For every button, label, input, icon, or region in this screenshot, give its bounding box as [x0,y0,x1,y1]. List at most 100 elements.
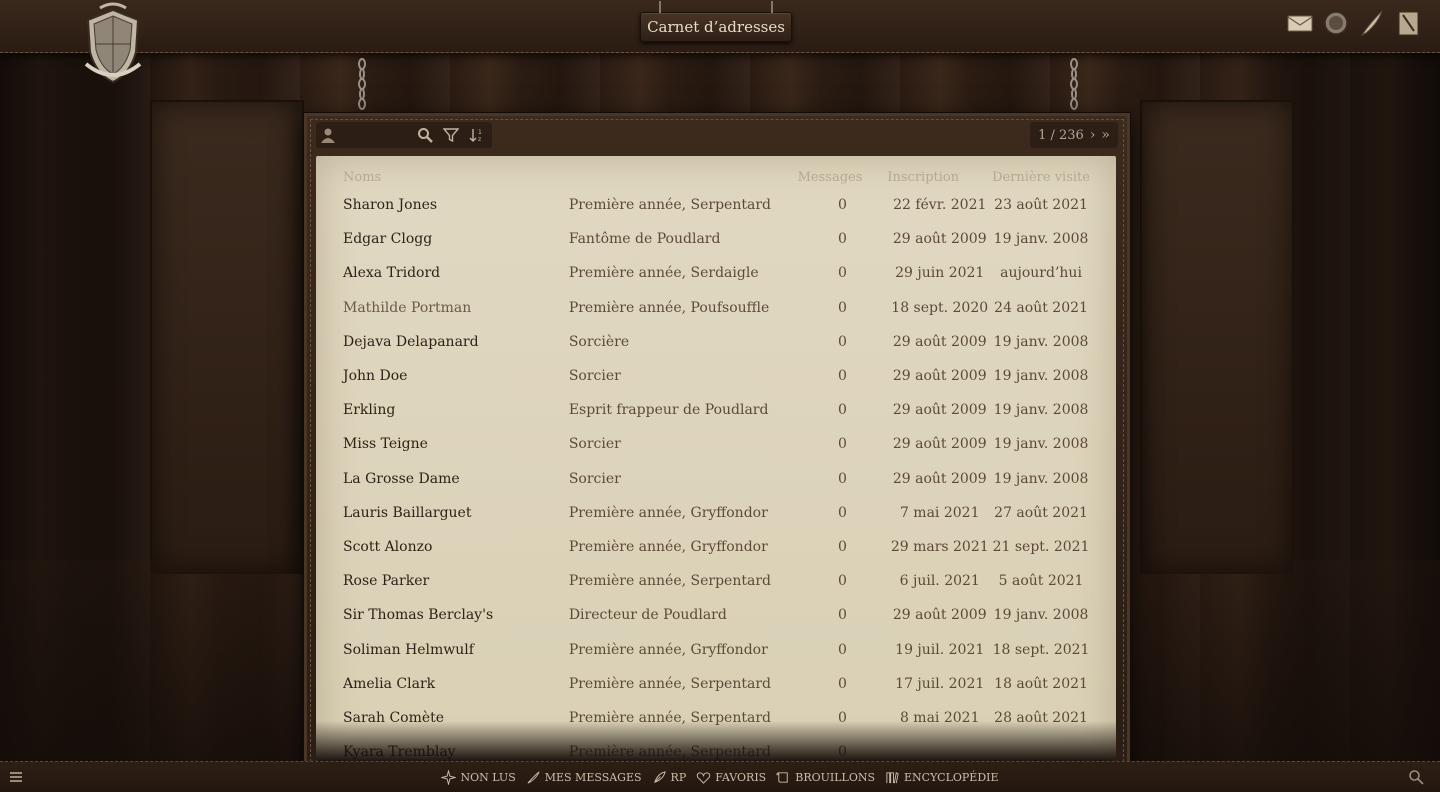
book-icon[interactable] [1394,9,1422,37]
member-last-visit-cell: 19 janv. 2008 [993,607,1089,624]
nav-item-encyclopédie[interactable]: ENCYCLOPÉDIE [885,770,999,785]
crest-logo[interactable] [78,2,148,88]
quill-icon [527,771,540,784]
member-name-link[interactable]: Miss Teigne [343,436,428,452]
nav-item-favoris[interactable]: FAVORIS [696,770,766,785]
member-role-cell: Première année, Serdaigle [568,265,759,282]
member-messages-cell: 0 [838,231,847,248]
search-button[interactable] [414,124,436,146]
member-inscription-cell: 29 août 2009 [892,470,987,487]
member-role-cell: Sorcier [568,436,621,453]
member-name-link[interactable]: Kyara Tremblay [343,744,456,760]
member-name-link[interactable]: Sarah Comète [343,710,444,726]
member-role-cell: Première année, Serpentard [568,573,771,590]
member-name-cell: Sharon Jones [340,188,569,222]
sort-button[interactable]: 1 z [466,124,488,146]
table-row: Edgar Clogg Fantôme de Poudlard 0 29 août 2… [340,222,1090,256]
toolbar-group: 1 z [316,122,492,148]
member-messages-cell: 0 [838,333,847,350]
last-page-button[interactable]: » [1101,127,1110,143]
member-last-visit-cell: 18 sept. 2021 [992,641,1090,658]
column-header-name[interactable]: Noms [340,166,569,188]
table-row: Scott Alonzo Première année, Gryffondor 0 2… [340,530,1090,564]
member-inscription-cell: 29 août 2009 [892,402,987,419]
member-inscription-cell: 29 mars 2021 [890,538,989,555]
filter-button[interactable] [440,124,462,146]
table-row: Sharon Jones Première année, Serpentard 0 2… [340,188,1090,222]
member-inscription-cell: 6 juil. 2021 [899,573,980,590]
member-inscription-cell: 22 févr. 2021 [893,197,987,214]
member-name-cell: Lauris Baillarguet [340,496,569,530]
member-name-link[interactable]: Rose Parker [343,573,429,589]
nav-item-rp[interactable]: RP [652,770,687,785]
nav-item-brouillons[interactable]: BROUILLONS [776,770,875,785]
member-messages-cell: 0 [838,436,847,453]
member-last-visit-cell: 19 janv. 2008 [993,333,1089,350]
members-parchment: Noms Messages Inscription Dernière visit… [316,156,1116,761]
member-name-link[interactable]: Mathilde Portman [343,300,471,316]
member-name-link[interactable]: Lauris Baillarguet [343,505,471,521]
envelope-icon[interactable] [1286,9,1314,37]
member-role-cell: Fantôme de Poudlard [568,231,721,248]
table-row: Amelia Clark Première année, Serpentard 0 1… [340,667,1090,701]
member-last-visit-cell: aujourd’hui [1000,265,1082,282]
column-header-last-visit[interactable]: Dernière visite [992,166,1090,188]
members-table-body: Sharon Jones Première année, Serpentard 0 2… [340,188,1090,761]
member-name-link[interactable]: Scott Alonzo [343,539,432,555]
member-name-cell: Sir Thomas Berclay's [340,598,569,632]
member-inscription-cell: 8 mai 2021 [899,709,980,726]
nav-item-non-lus[interactable]: NON LUS [441,769,516,785]
member-name-link[interactable]: Dejava Delapanard [343,334,479,350]
table-row: Rose Parker Première année, Serpentard 0 6 … [340,564,1090,598]
member-role-cell: Première année, Serpentard [568,744,771,761]
member-inscription-cell [887,735,992,761]
menu-icon[interactable] [8,769,24,785]
member-inscription-cell: 29 juin 2021 [895,265,985,282]
member-messages-cell: 0 [838,368,847,385]
column-header-inscription[interactable]: Inscription [887,166,992,188]
nav-item-label: RP [670,770,687,784]
member-last-visit-cell: 19 janv. 2008 [993,368,1089,385]
member-name-link[interactable]: Sir Thomas Berclay's [343,607,493,623]
table-row: La Grosse Dame Sorcier 0 29 août 2009 19 jan… [340,462,1090,496]
quill-icon[interactable] [1358,9,1386,37]
member-messages-cell: 0 [838,538,847,555]
member-role-cell: Première année, Serpentard [568,197,771,214]
member-messages-cell: 0 [838,675,847,692]
member-name-link[interactable]: La Grosse Dame [343,471,460,487]
library-icon [886,771,899,783]
address-book-board: 1 z 1 / 236 › » Noms Messages Inscriptio… [303,112,1131,774]
member-last-visit-cell: 19 janv. 2008 [993,231,1089,248]
member-role-cell: Première année, Gryffondor [568,504,768,521]
member-last-visit-cell: 27 août 2021 [994,504,1088,521]
chain-left [358,58,366,110]
svg-text:1: 1 [478,129,482,136]
member-role-cell: Première année, Gryffondor [568,641,768,658]
member-name-link[interactable]: Soliman Helmwulf [343,642,474,658]
column-header-messages[interactable]: Messages [798,166,888,188]
member-name-cell: Amelia Clark [340,667,569,701]
member-name-link[interactable]: John Doe [343,368,407,384]
member-name-cell: Alexa Tridord [340,256,569,290]
member-messages-cell: 0 [838,197,847,214]
nav-item-mes-messages[interactable]: MES MESSAGES [526,770,642,785]
member-name-link[interactable]: Erkling [343,402,395,418]
table-row: Alexa Tridord Première année, Serdaigle 0 2… [340,256,1090,290]
member-name-cell: Dejava Delapanard [340,325,569,359]
member-name-link[interactable]: Sharon Jones [343,197,437,213]
table-row: John Doe Sorcier 0 29 août 2009 19 janv. 200… [340,359,1090,393]
member-name-cell: Scott Alonzo [340,530,569,564]
member-name-link[interactable]: Alexa Tridord [343,265,440,281]
member-search-input[interactable] [320,127,410,143]
scroll-icon [776,771,788,783]
top-bar: Carnet d’adresses [0,0,1440,53]
member-name-link[interactable]: Edgar Clogg [343,231,432,247]
next-page-button[interactable]: › [1090,127,1096,143]
room-panel-left [150,100,304,574]
member-last-visit-cell: 19 janv. 2008 [993,470,1089,487]
pagination: 1 / 236 › » [1030,122,1118,148]
crystal-ball-icon[interactable] [1322,9,1350,37]
search-icon[interactable] [1408,769,1424,785]
member-name-link[interactable]: Amelia Clark [343,676,435,692]
member-last-visit-cell: 5 août 2021 [998,573,1084,590]
